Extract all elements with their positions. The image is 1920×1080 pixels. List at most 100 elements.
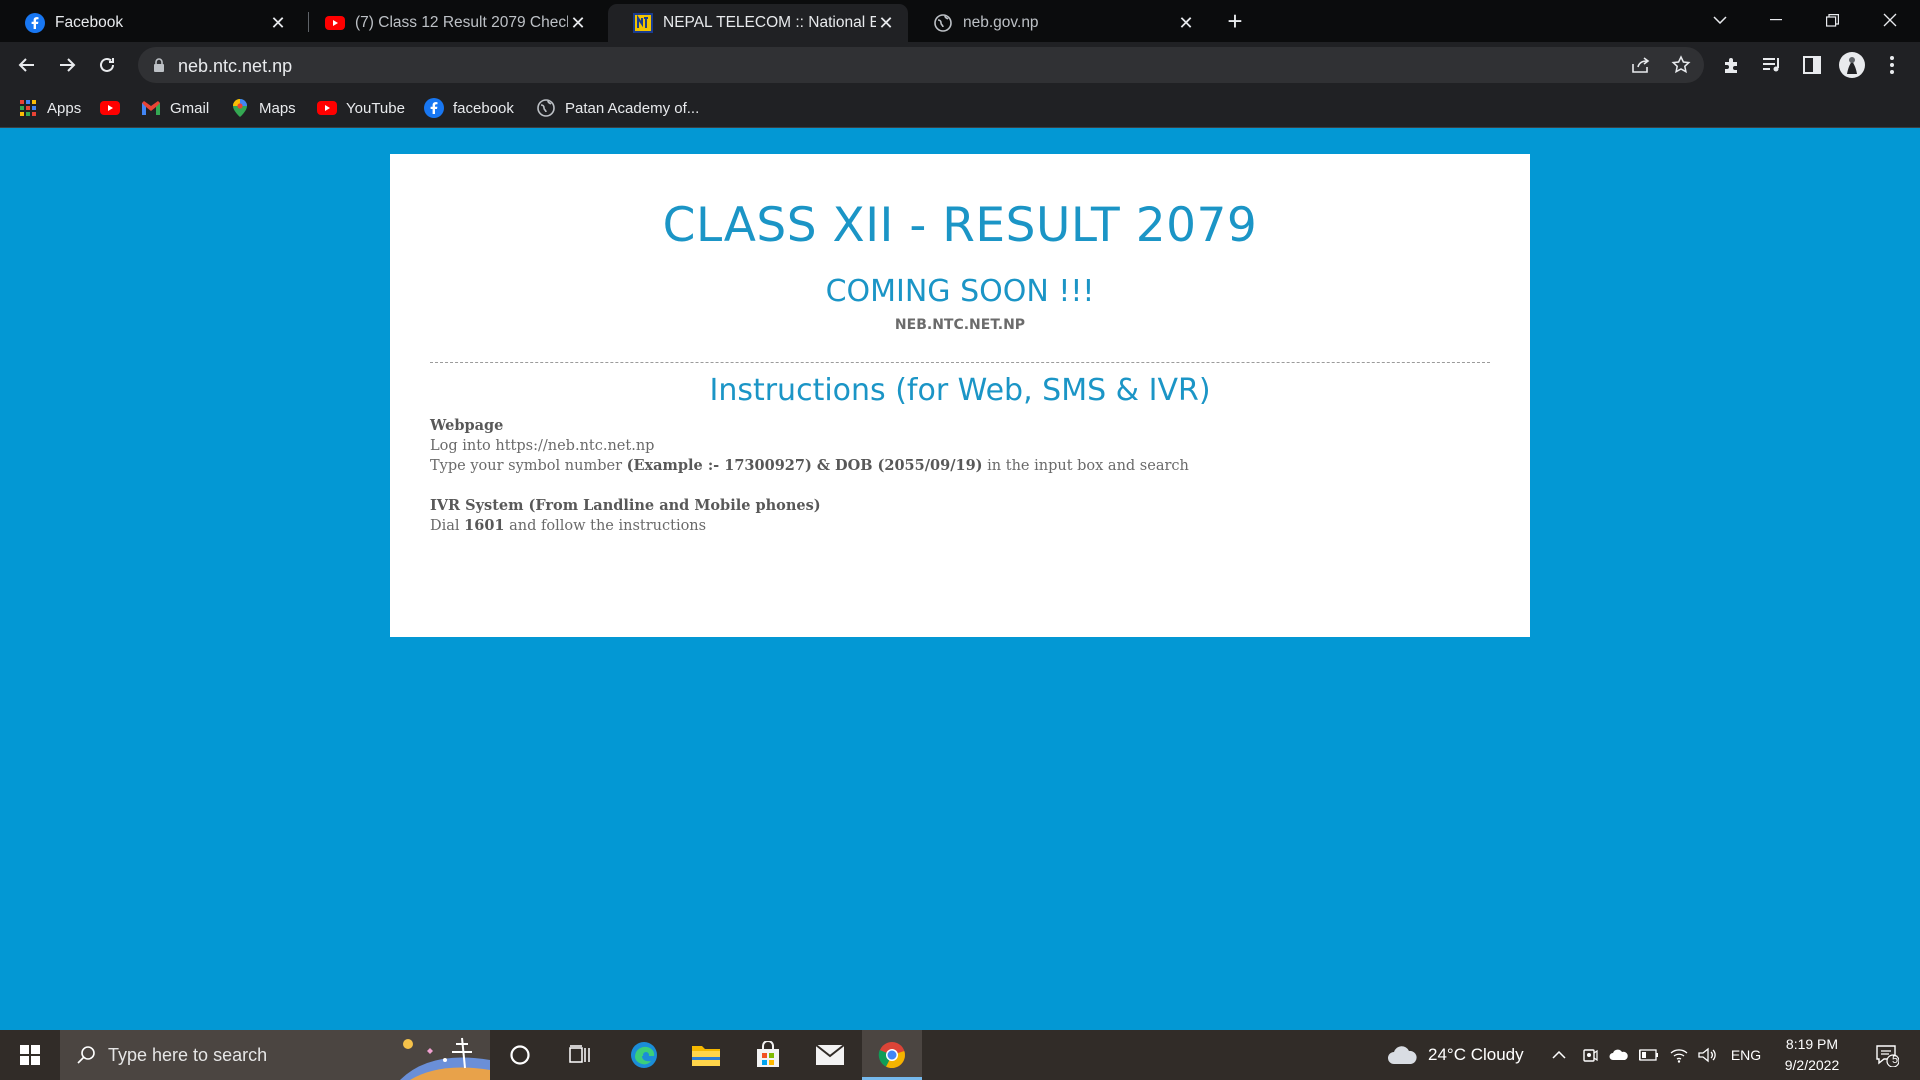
weather-text: 24°C Cloudy <box>1428 1045 1524 1064</box>
bookmark-maps[interactable]: Maps <box>230 96 296 120</box>
search-highlight-illustration <box>400 1037 490 1080</box>
tab-youtube-result[interactable]: (7) Class 12 Result 2079 Check Ga ✕ <box>300 4 600 42</box>
minimize-button[interactable] <box>1748 0 1804 40</box>
chevron-up-icon <box>1552 1051 1566 1059</box>
ivr-step-dial: Dial 1601 and follow the instructions <box>430 516 1189 536</box>
arrow-left-icon <box>18 58 34 72</box>
close-tab-icon[interactable]: ✕ <box>568 13 588 33</box>
taskbar-chrome[interactable] <box>862 1030 922 1080</box>
gmail-icon <box>141 98 161 118</box>
bookmark-patan-academy[interactable]: Patan Academy of... <box>536 96 699 120</box>
bookmark-youtube[interactable]: YouTube <box>317 96 405 120</box>
store-bag-icon <box>757 1041 779 1067</box>
browser-toolbar: neb.ntc.net.np <box>0 42 1920 88</box>
tab-neb-gov[interactable]: neb.gov.np ✕ <box>908 4 1208 42</box>
search-icon <box>77 1046 95 1064</box>
close-tab-icon[interactable]: ✕ <box>1176 13 1196 33</box>
coming-soon-heading: COMING SOON !!! <box>825 274 1095 309</box>
webpage-heading: Webpage <box>430 417 504 434</box>
restore-icon <box>1825 13 1839 27</box>
notification-count: 5 <box>1891 1054 1899 1066</box>
menu-button[interactable] <box>1875 48 1909 82</box>
bookmark-facebook[interactable]: facebook <box>424 96 514 120</box>
taskbar-search-box[interactable]: Type here to search <box>60 1030 490 1080</box>
page-title: CLASS XII - RESULT 2079 <box>662 198 1258 253</box>
back-button[interactable] <box>10 48 44 82</box>
restore-button[interactable] <box>1804 0 1860 40</box>
tab-nepal-telecom[interactable]: NEPAL TELECOM :: National Exam ✕ <box>608 4 908 42</box>
onedrive-icon[interactable] <box>1606 1030 1632 1080</box>
bookmark-youtube-shortcut[interactable] <box>100 96 129 120</box>
close-tab-icon[interactable]: ✕ <box>268 13 288 33</box>
language-text: ENG <box>1730 1047 1762 1063</box>
media-controls-button[interactable] <box>1755 48 1789 82</box>
search-placeholder: Type here to search <box>108 1044 268 1065</box>
meet-now-icon[interactable] <box>1578 1030 1602 1080</box>
reload-button[interactable] <box>90 48 124 82</box>
ntc-icon <box>633 13 653 33</box>
youtube-icon <box>325 13 345 33</box>
start-button[interactable] <box>0 1030 60 1080</box>
task-view-icon <box>569 1045 590 1063</box>
bookmark-star-icon[interactable] <box>1668 53 1694 77</box>
profile-button[interactable] <box>1835 48 1869 82</box>
tab-facebook[interactable]: Facebook ✕ <box>0 4 300 42</box>
task-view-button[interactable] <box>555 1030 605 1080</box>
address-bar[interactable]: neb.ntc.net.np <box>138 47 1704 83</box>
input-language-indicator[interactable]: ENG <box>1724 1030 1768 1080</box>
show-hidden-icons-button[interactable] <box>1546 1030 1572 1080</box>
minimize-icon <box>1770 19 1782 21</box>
step-text: and follow the instructions <box>509 518 707 534</box>
step-text: in the input box and search <box>987 458 1189 474</box>
wifi-icon[interactable] <box>1666 1030 1692 1080</box>
bookmark-label: facebook <box>453 99 514 117</box>
ivr-heading: IVR System (From Landline and Mobile pho… <box>430 497 821 514</box>
step-text: Type your symbol number <box>430 458 622 474</box>
bookmark-gmail[interactable]: Gmail <box>141 96 209 120</box>
action-center-button[interactable]: 5 <box>1862 1030 1912 1080</box>
ivr-number: 1601 <box>464 517 505 534</box>
lock-icon[interactable] <box>151 57 167 73</box>
more-vertical-icon <box>1890 56 1894 74</box>
divider <box>430 362 1490 363</box>
youtube-icon <box>100 98 120 118</box>
folder-icon <box>692 1046 720 1066</box>
tab-strip: Facebook ✕ (7) Class 12 Result 2079 Chec… <box>0 0 1920 42</box>
taskbar-microsoft-store[interactable] <box>742 1030 794 1080</box>
taskbar-clock[interactable]: 8:19 PM 9/2/2022 <box>1768 1034 1856 1076</box>
side-panel-icon <box>1803 56 1821 74</box>
tab-title: (7) Class 12 Result 2079 Check Ga <box>355 14 568 31</box>
instructions-body: Webpage Log into https://neb.ntc.net.np … <box>430 416 1189 536</box>
step-text: Dial <box>430 518 460 534</box>
clock-time: 8:19 PM <box>1785 1036 1839 1052</box>
chrome-icon <box>878 1042 905 1069</box>
volume-icon[interactable] <box>1694 1030 1720 1080</box>
tab-title: neb.gov.np <box>963 14 1039 31</box>
cloud-icon <box>1388 1046 1417 1064</box>
reload-icon <box>100 57 114 72</box>
tab-title: Facebook <box>55 14 124 31</box>
step-example: (Example :- 17300927) & DOB (2055/09/19) <box>626 457 983 474</box>
bookmark-apps[interactable]: Apps <box>18 96 81 120</box>
new-tab-button[interactable]: + <box>1222 8 1248 35</box>
close-window-button[interactable] <box>1862 0 1918 40</box>
extensions-button[interactable] <box>1715 48 1749 82</box>
taskbar-edge[interactable] <box>618 1030 670 1080</box>
bookmarks-bar: Apps Gmail Maps YouTube facebook Patan A… <box>0 88 1920 128</box>
webpage-step-login: Log into https://neb.ntc.net.np <box>430 438 655 454</box>
bookmark-label: Gmail <box>170 99 210 117</box>
close-tab-icon[interactable]: ✕ <box>876 13 896 33</box>
battery-icon[interactable] <box>1636 1030 1662 1080</box>
share-icon[interactable] <box>1628 53 1654 77</box>
result-card: CLASS XII - RESULT 2079 COMING SOON !!! … <box>390 154 1530 637</box>
url-text[interactable]: neb.ntc.net.np <box>178 56 292 77</box>
cortana-button[interactable] <box>495 1030 545 1080</box>
side-panel-button[interactable] <box>1795 48 1829 82</box>
tab-search-button[interactable] <box>1692 0 1748 40</box>
forward-button[interactable] <box>50 48 84 82</box>
weather-widget[interactable]: 24°C Cloudy <box>1386 1030 1546 1080</box>
facebook-icon <box>25 13 45 33</box>
taskbar-mail[interactable] <box>804 1030 856 1080</box>
close-icon <box>1883 13 1897 27</box>
taskbar-file-explorer[interactable] <box>680 1030 732 1080</box>
